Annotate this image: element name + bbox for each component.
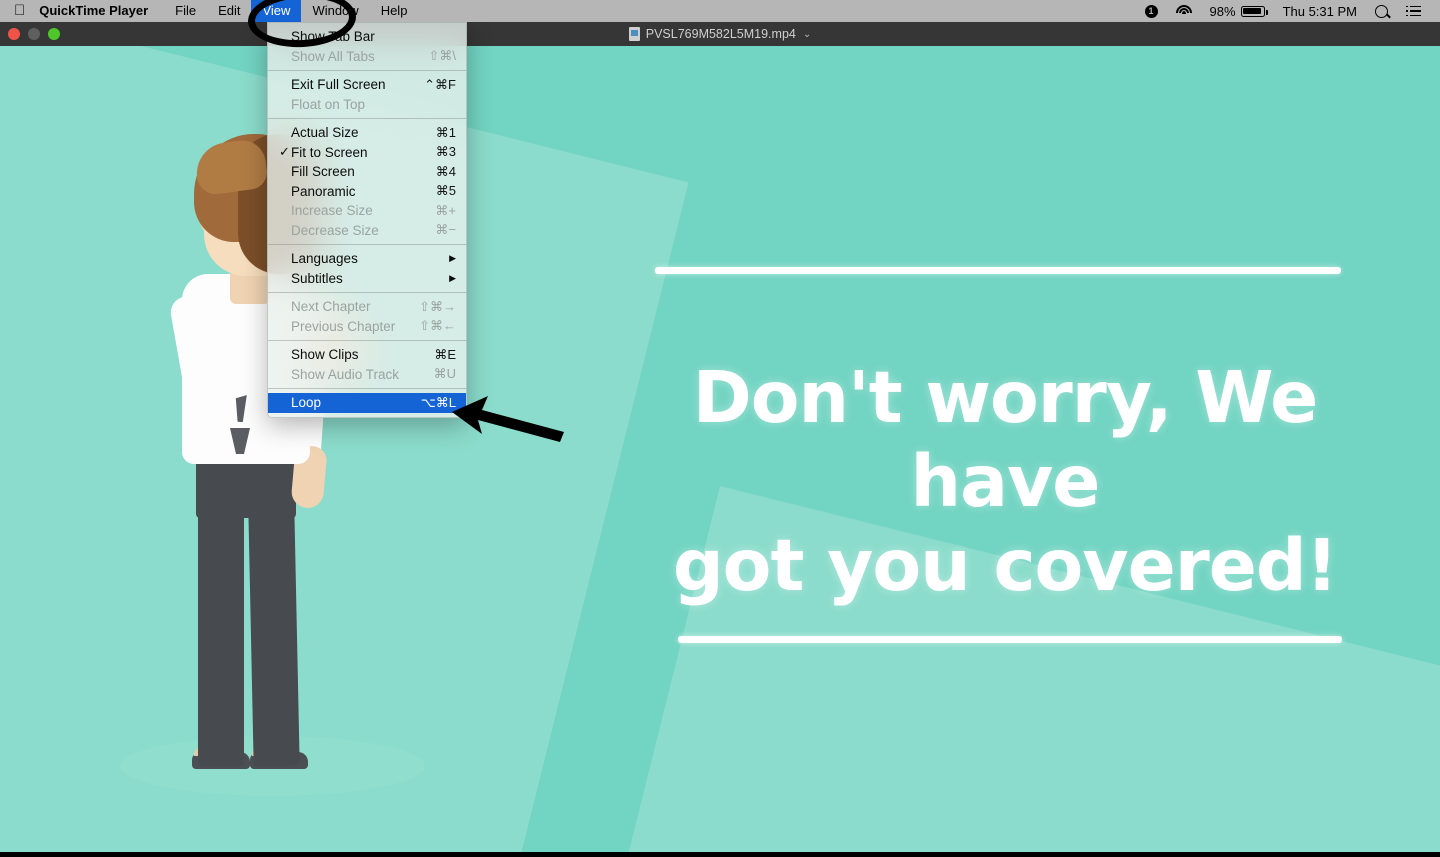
- menu-item-show-tab-bar[interactable]: Show Tab Bar: [268, 27, 466, 47]
- menubar-item-help[interactable]: Help: [370, 0, 419, 22]
- battery-icon: [1240, 5, 1268, 17]
- annotation-arrow-loop: [452, 396, 564, 442]
- mac-menu-bar:  QuickTime Player File Edit View Window…: [0, 0, 1440, 22]
- menu-item-label: Next Chapter: [291, 299, 371, 315]
- window-title: PVSL769M582L5M19.mp4: [645, 27, 796, 41]
- menu-item-exit-full-screen[interactable]: Exit Full Screen ⌃⌘F: [268, 75, 466, 95]
- menu-item-label: Show Tab Bar: [291, 29, 375, 45]
- decorative-line-bottom: [678, 636, 1342, 643]
- menu-separator: [268, 70, 466, 71]
- menu-item-panoramic[interactable]: Panoramic ⌘5: [268, 182, 466, 202]
- menu-item-shortcut: ⇧⌘→: [419, 298, 456, 314]
- menu-item-label: Increase Size: [291, 203, 373, 219]
- zoom-button[interactable]: [48, 28, 60, 40]
- menu-item-actual-size[interactable]: Actual Size ⌘1: [268, 123, 466, 143]
- menu-item-decrease-size: Decrease Size ⌘−: [268, 221, 466, 241]
- menu-item-label: Show Audio Track: [291, 366, 400, 382]
- chevron-down-icon[interactable]: ⌄: [803, 29, 811, 40]
- menu-item-previous-chapter: Previous Chapter ⇧⌘←: [268, 317, 466, 337]
- wifi-icon[interactable]: [1167, 0, 1201, 22]
- notification-badge-icon[interactable]: 1: [1136, 0, 1167, 22]
- menu-item-shortcut: ⌥⌘L: [420, 394, 456, 410]
- menu-item-label: Fit to Screen: [291, 144, 368, 160]
- submenu-chevron-right-icon: ▶: [449, 272, 456, 283]
- menu-item-fit-to-screen[interactable]: ✓ Fit to Screen ⌘3: [268, 143, 466, 163]
- menu-separator: [268, 388, 466, 389]
- menu-item-label: Show All Tabs: [291, 48, 375, 64]
- menu-item-label: Show Clips: [291, 347, 359, 363]
- menu-item-languages[interactable]: Languages ▶: [268, 249, 466, 269]
- video-canvas[interactable]: Don't worry, We have got you covered!: [0, 46, 1440, 852]
- movie-file-icon: [628, 27, 640, 41]
- video-caption-line-2: got you covered!: [672, 523, 1338, 607]
- menu-separator: [268, 340, 466, 341]
- menu-item-label: Exit Full Screen: [291, 77, 386, 93]
- menu-item-checkmark-icon: ✓: [279, 144, 290, 160]
- window-title-bar: PVSL769M582L5M19.mp4 ⌄: [0, 22, 1440, 46]
- menu-item-loop[interactable]: Loop ⌥⌘L: [268, 393, 466, 413]
- menubar-item-edit[interactable]: Edit: [207, 0, 251, 22]
- menu-item-next-chapter: Next Chapter ⇧⌘→: [268, 297, 466, 317]
- menubar-item-file[interactable]: File: [164, 0, 207, 22]
- menu-item-shortcut: ⌘3: [435, 144, 456, 160]
- menu-item-shortcut: ⌘+: [435, 202, 456, 218]
- search-icon[interactable]: [1366, 0, 1397, 22]
- menu-item-show-all-tabs: Show All Tabs ⇧⌘\: [268, 47, 466, 67]
- minimize-button[interactable]: [28, 28, 40, 40]
- menu-item-label: Actual Size: [291, 125, 359, 141]
- menu-item-shortcut: ⌘U: [433, 366, 456, 382]
- menu-item-label: Previous Chapter: [291, 318, 396, 334]
- menu-item-shortcut: ⌘4: [435, 163, 456, 179]
- menubar-clock[interactable]: Thu 5:31 PM: [1274, 0, 1366, 22]
- notification-count: 1: [1144, 4, 1158, 18]
- menu-item-show-clips[interactable]: Show Clips ⌘E: [268, 345, 466, 365]
- menu-item-shortcut: ⌘5: [435, 183, 456, 199]
- menu-item-shortcut: ⌘1: [435, 124, 456, 140]
- menu-item-fill-screen[interactable]: Fill Screen ⌘4: [268, 162, 466, 182]
- menu-item-shortcut: ⌘−: [435, 222, 456, 238]
- view-dropdown-menu[interactable]: Show Tab Bar Show All Tabs ⇧⌘\ Exit Full Sc…: [267, 22, 467, 418]
- video-caption: Don't worry, We have got you covered!: [600, 356, 1410, 607]
- battery-percent-label: 98%: [1209, 3, 1236, 19]
- submenu-chevron-right-icon: ▶: [449, 253, 456, 264]
- menu-item-label: Loop: [291, 395, 322, 411]
- window-traffic-lights: [8, 22, 60, 46]
- menubar-item-window[interactable]: Window: [301, 0, 369, 22]
- menu-item-float-on-top: Float on Top: [268, 95, 466, 115]
- menu-separator: [268, 244, 466, 245]
- menubar-app-name[interactable]: QuickTime Player: [37, 0, 164, 22]
- menu-item-label: Languages: [291, 251, 358, 267]
- menu-item-shortcut: ⌃⌘F: [424, 76, 456, 92]
- battery-status[interactable]: 98%: [1201, 0, 1274, 22]
- menu-separator: [268, 118, 466, 119]
- decorative-line-top: [655, 267, 1341, 274]
- menu-item-label: Panoramic: [291, 183, 356, 199]
- menu-item-show-audio-track: Show Audio Track ⌘U: [268, 365, 466, 385]
- menu-item-shortcut: ⌘E: [434, 346, 456, 362]
- menu-separator: [268, 292, 466, 293]
- control-center-icon[interactable]: [1397, 0, 1430, 22]
- video-caption-line-1: Don't worry, We have: [692, 356, 1318, 523]
- menubar-status-area: 1 98% Thu 5:31 PM: [1136, 0, 1440, 22]
- menu-item-increase-size: Increase Size ⌘+: [268, 201, 466, 221]
- apple-logo-icon[interactable]: : [0, 3, 37, 18]
- menu-item-label: Decrease Size: [291, 222, 379, 238]
- menu-item-subtitles[interactable]: Subtitles ▶: [268, 269, 466, 289]
- menu-item-shortcut: ⇧⌘\: [428, 48, 456, 64]
- menubar-item-view[interactable]: View: [251, 0, 302, 22]
- menu-item-label: Subtitles: [291, 270, 343, 286]
- close-button[interactable]: [8, 28, 20, 40]
- menu-item-shortcut: ⇧⌘←: [419, 318, 456, 334]
- menu-item-label: Float on Top: [291, 96, 366, 112]
- menu-item-label: Fill Screen: [291, 164, 355, 180]
